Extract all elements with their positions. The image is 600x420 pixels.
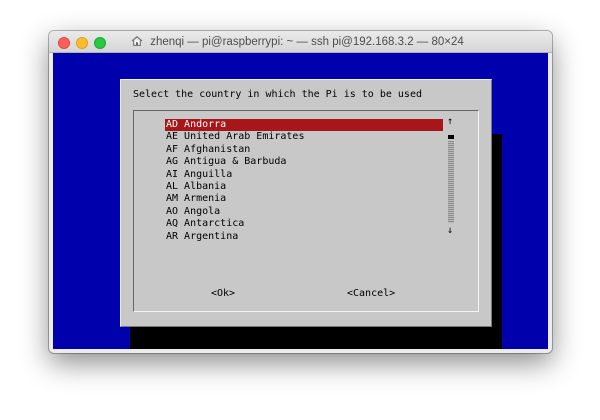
close-window-button[interactable] [58, 37, 70, 49]
home-icon [131, 35, 143, 47]
scrollbar[interactable]: ↑ ↓ [447, 116, 454, 238]
window-title: zhenqi — pi@raspberrypi: ~ — ssh pi@192.… [131, 35, 552, 49]
country-list-item[interactable]: AM Armenia [165, 193, 443, 205]
cancel-button[interactable]: <Cancel> [347, 288, 395, 299]
scroll-thumb[interactable] [448, 135, 454, 139]
country-list-item[interactable]: AO Angola [165, 206, 443, 218]
country-list[interactable]: AD Andorra AE United Arab Emirates AF Afgh… [165, 119, 443, 243]
minimize-window-button[interactable] [76, 37, 88, 49]
country-list-item[interactable]: AQ Antarctica [165, 218, 443, 230]
window-titlebar[interactable]: zhenqi — pi@raspberrypi: ~ — ssh pi@192.… [49, 31, 552, 53]
ok-button[interactable]: <Ok> [211, 288, 235, 299]
country-list-item[interactable]: AD Andorra [165, 119, 443, 132]
scroll-down-arrow-icon[interactable]: ↓ [447, 225, 453, 236]
scroll-track[interactable] [448, 141, 454, 223]
country-list-item[interactable]: AI Anguilla [165, 169, 443, 181]
country-list-item[interactable]: AF Afghanistan [165, 144, 443, 156]
country-listbox[interactable]: AD Andorra AE United Arab Emirates AF Afgh… [133, 110, 479, 312]
terminal-window: zhenqi — pi@raspberrypi: ~ — ssh pi@192.… [49, 31, 552, 353]
country-list-item[interactable]: AG Antigua & Barbuda [165, 156, 443, 168]
country-list-item[interactable]: AR Argentina [165, 231, 443, 243]
country-list-item[interactable]: AL Albania [165, 181, 443, 193]
terminal-screen[interactable]: Select the country in which the Pi is to… [53, 53, 548, 349]
country-selection-dialog: Select the country in which the Pi is to… [120, 79, 492, 327]
dialog-prompt: Select the country in which the Pi is to… [133, 89, 422, 100]
scroll-up-arrow-icon[interactable]: ↑ [447, 116, 453, 127]
zoom-window-button[interactable] [94, 37, 106, 49]
country-list-item[interactable]: AE United Arab Emirates [165, 131, 443, 143]
window-title-text: zhenqi — pi@raspberrypi: ~ — ssh pi@192.… [150, 36, 464, 48]
